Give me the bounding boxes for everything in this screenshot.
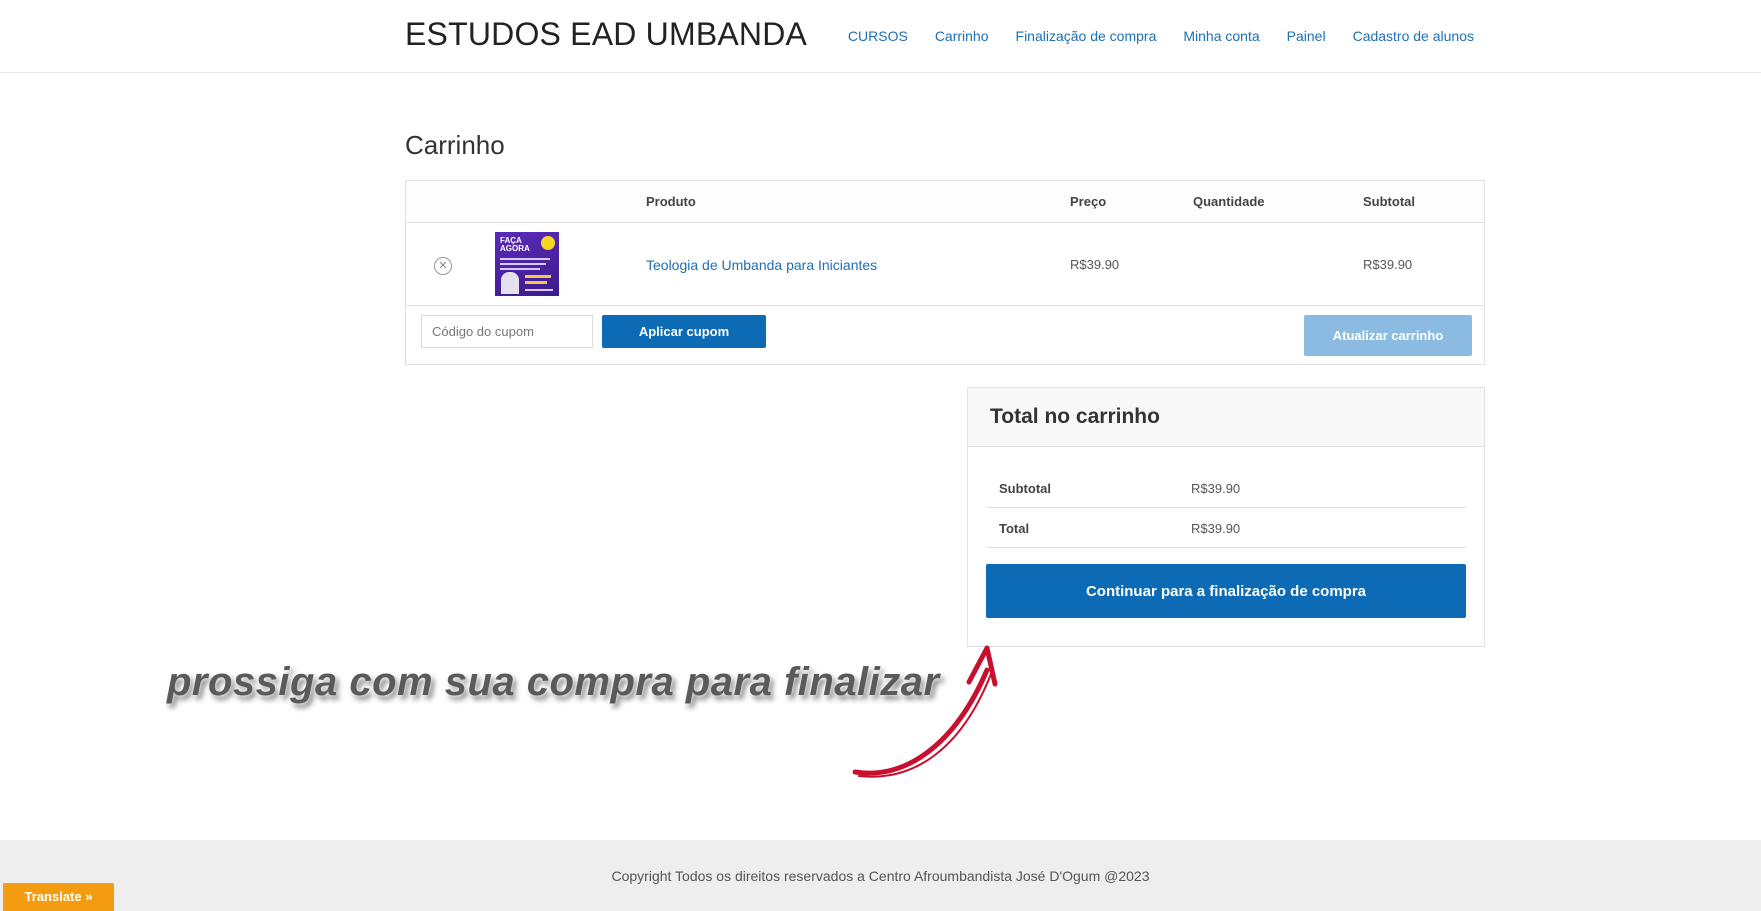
nav-carrinho[interactable]: Carrinho	[935, 28, 989, 44]
cart-totals: Total no carrinho Subtotal R$39.90 Total…	[967, 387, 1485, 647]
total-value: R$39.90	[1191, 521, 1241, 536]
nav-finalizacao[interactable]: Finalização de compra	[1016, 28, 1157, 44]
remove-item-icon[interactable]: ✕	[434, 257, 452, 275]
column-header-quantity: Quantidade	[1193, 194, 1265, 209]
translate-button[interactable]: Translate »	[3, 883, 114, 911]
column-header-product: Produto	[646, 194, 696, 209]
nav-painel[interactable]: Painel	[1287, 28, 1326, 44]
main-nav: CURSOS Carrinho Finalização de compra Mi…	[848, 28, 1474, 44]
column-header-price: Preço	[1070, 194, 1107, 209]
thumbnail-figure	[501, 272, 519, 294]
site-footer: Copyright Todos os direitos reservados a…	[0, 840, 1761, 911]
total-label: Total	[999, 521, 1030, 536]
site-header: ESTUDOS EAD UMBANDA CURSOS Carrinho Fina…	[0, 0, 1761, 73]
thumbnail-badge	[541, 236, 555, 250]
page-title: Carrinho	[405, 130, 505, 160]
totals-row-total: Total R$39.90	[986, 508, 1466, 548]
cart-table: Produto Preço Quantidade Subtotal ✕ FAÇA…	[405, 180, 1485, 365]
site-title[interactable]: ESTUDOS EAD UMBANDA	[405, 16, 807, 53]
proceed-to-checkout-button[interactable]: Continuar para a finalização de compra	[986, 564, 1466, 618]
totals-row-subtotal: Subtotal R$39.90	[986, 468, 1466, 508]
nav-cursos[interactable]: CURSOS	[848, 28, 908, 44]
cart-item-row: ✕ FAÇA AGORA Teologia de Umbanda para In…	[406, 223, 1484, 306]
cart-actions: Aplicar cupom Atualizar carrinho	[406, 306, 1484, 365]
annotation-text: prossiga com sua compra para finalizar	[167, 660, 940, 704]
subtotal-value: R$39.90	[1191, 481, 1241, 496]
product-thumbnail[interactable]: FAÇA AGORA	[495, 232, 559, 296]
apply-coupon-button[interactable]: Aplicar cupom	[602, 315, 766, 348]
copyright-text: Copyright Todos os direitos reservados a…	[611, 868, 1150, 884]
item-price: R$39.90	[1070, 257, 1120, 272]
cart-table-header: Produto Preço Quantidade Subtotal	[406, 181, 1484, 223]
column-header-subtotal: Subtotal	[1363, 194, 1415, 209]
update-cart-button[interactable]: Atualizar carrinho	[1304, 315, 1472, 356]
thumbnail-text: FAÇA AGORA	[500, 236, 530, 253]
product-name-link[interactable]: Teologia de Umbanda para Iniciantes	[646, 257, 877, 273]
cart-totals-title: Total no carrinho	[990, 405, 1160, 428]
coupon-code-input[interactable]	[421, 315, 593, 348]
annotation-arrow-icon	[852, 645, 998, 778]
cart-totals-header: Total no carrinho	[968, 388, 1484, 447]
subtotal-label: Subtotal	[999, 481, 1051, 496]
item-subtotal: R$39.90	[1363, 257, 1413, 272]
nav-cadastro-alunos[interactable]: Cadastro de alunos	[1353, 28, 1474, 44]
nav-minha-conta[interactable]: Minha conta	[1183, 28, 1259, 44]
